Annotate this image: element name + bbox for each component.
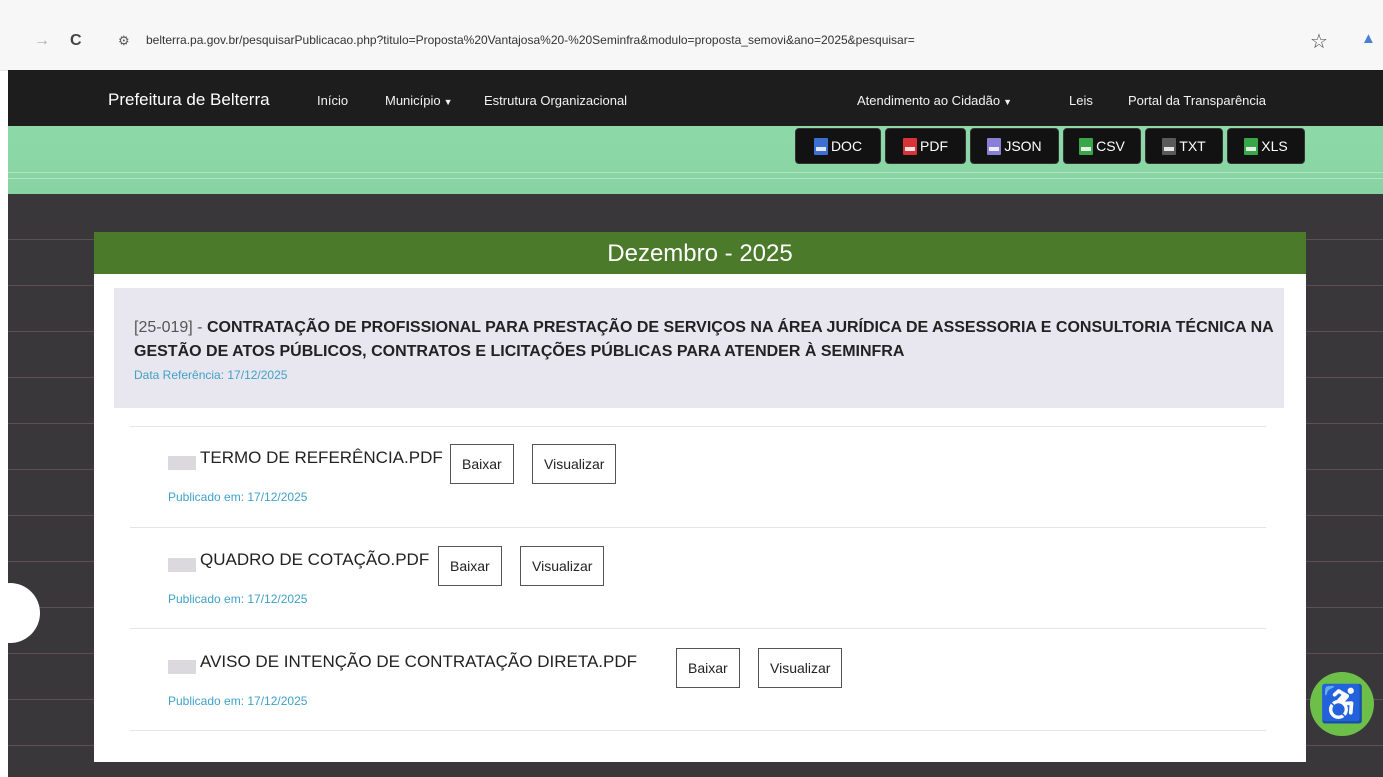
publication-code: [25-019] - — [134, 319, 207, 336]
browser-toolbar: → C ⚙ belterra.pa.gov.br/pesquisarPublic… — [0, 0, 1383, 71]
document-name[interactable]: AVISO DE INTENÇÃO DE CONTRATAÇÃO DIRETA.… — [200, 652, 637, 672]
csv-file-icon — [1079, 137, 1094, 155]
document-thumbnail — [168, 558, 196, 572]
bookmark-star-icon[interactable]: ☆ — [1310, 29, 1328, 54]
export-bar: DOC PDF JSON CSV TXT XLS — [8, 126, 1383, 194]
profile-icon[interactable]: ▲ — [1361, 30, 1376, 47]
export-xls-button[interactable]: XLS — [1227, 128, 1305, 164]
published-date: Publicado em: 17/12/2025 — [168, 490, 308, 504]
view-button[interactable]: Visualizar — [758, 648, 843, 688]
site-brand[interactable]: Prefeitura de Belterra — [108, 90, 270, 110]
publication-title: [25-019] - CONTRATAÇÃO DE PROFISSIONAL P… — [134, 316, 1274, 364]
wheelchair-icon[interactable]: ♿ — [1310, 672, 1374, 736]
divider — [130, 730, 1266, 731]
published-date: Publicado em: 17/12/2025 — [168, 694, 308, 708]
site-info-icon[interactable]: ⚙ — [118, 33, 130, 49]
export-label: CSV — [1096, 138, 1125, 154]
publications-panel: Dezembro - 2025 [25-019] - CONTRATAÇÃO D… — [94, 232, 1306, 762]
forward-arrow-icon[interactable]: → — [34, 32, 50, 50]
month-heading: Dezembro - 2025 — [94, 232, 1306, 274]
caret-down-icon: ▼ — [1003, 97, 1013, 107]
export-label: XLS — [1261, 138, 1288, 154]
nav-link-inicio[interactable]: Início — [317, 93, 348, 108]
document-name[interactable]: TERMO DE REFERÊNCIA.PDF — [200, 448, 443, 468]
document-thumbnail — [168, 456, 196, 470]
nav-link-estrutura[interactable]: Estrutura Organizacional — [484, 93, 627, 108]
txt-file-icon — [1162, 137, 1177, 155]
export-txt-button[interactable]: TXT — [1145, 128, 1223, 164]
export-doc-button[interactable]: DOC — [795, 128, 881, 164]
download-button[interactable]: Baixar — [438, 546, 502, 586]
pdf-file-icon — [903, 137, 917, 155]
reload-icon[interactable]: C — [70, 32, 82, 50]
divider — [130, 628, 1266, 629]
export-pdf-button[interactable]: PDF — [885, 128, 966, 164]
doc-file-icon — [813, 137, 828, 155]
site-navbar: Prefeitura de Belterra Início Município ▼… — [8, 70, 1383, 126]
export-label: TXT — [1179, 138, 1206, 154]
divider — [130, 527, 1266, 528]
publication-card: [25-019] - CONTRATAÇÃO DE PROFISSIONAL P… — [114, 288, 1284, 408]
json-file-icon — [987, 137, 1002, 155]
url-text[interactable]: belterra.pa.gov.br/pesquisarPublicacao.p… — [146, 33, 915, 47]
document-name[interactable]: QUADRO DE COTAÇÃO.PDF — [200, 550, 429, 570]
divider — [130, 426, 1266, 427]
nav-link-leis[interactable]: Leis — [1069, 93, 1093, 108]
caret-down-icon: ▼ — [443, 97, 453, 107]
export-label: DOC — [830, 138, 863, 154]
export-csv-button[interactable]: CSV — [1063, 128, 1141, 164]
export-label: JSON — [1004, 138, 1042, 154]
xls-file-icon — [1244, 137, 1259, 155]
published-date: Publicado em: 17/12/2025 — [168, 592, 308, 606]
view-button[interactable]: Visualizar — [532, 444, 617, 484]
export-label: PDF — [920, 138, 948, 154]
export-json-button[interactable]: JSON — [970, 128, 1059, 164]
download-button[interactable]: Baixar — [450, 444, 514, 484]
view-button[interactable]: Visualizar — [520, 546, 605, 586]
publication-date: Data Referência: 17/12/2025 — [134, 368, 288, 382]
document-thumbnail — [168, 660, 196, 674]
nav-link-atendimento[interactable]: Atendimento ao Cidadão ▼ — [857, 93, 1012, 108]
download-button[interactable]: Baixar — [676, 648, 740, 688]
nav-link-transparencia[interactable]: Portal da Transparência — [1128, 93, 1266, 108]
publication-title-text: CONTRATAÇÃO DE PROFISSIONAL PARA PRESTAÇ… — [134, 319, 1274, 360]
nav-link-municipio[interactable]: Município ▼ — [385, 93, 453, 108]
